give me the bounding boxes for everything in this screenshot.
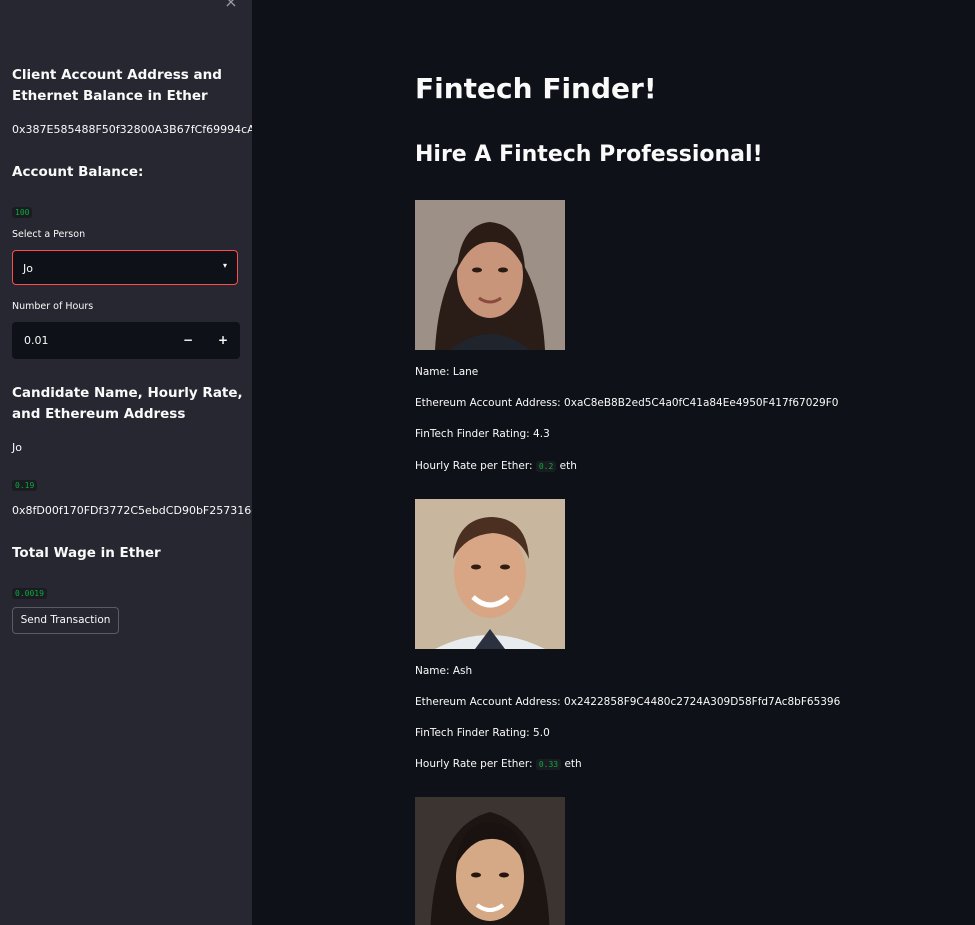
account-balance-value: 100: [12, 200, 33, 219]
candidate-2-name: Name: Ash: [415, 665, 473, 677]
candidate-1-address: Ethereum Account Address: 0xaC8eB8B2ed5C…: [415, 397, 839, 409]
account-balance-heading: Account Balance:: [12, 164, 144, 180]
hours-value[interactable]: 0.01: [24, 334, 49, 347]
rate-prefix: Hourly Rate per Ether:: [415, 758, 533, 770]
send-transaction-button[interactable]: Send Transaction: [12, 607, 119, 634]
select-person-value: Jo: [23, 262, 33, 275]
total-wage-code: 0.0019: [12, 588, 47, 599]
client-address: 0x387E585488F50f32800A3B67fCf69994cA8540…: [12, 123, 252, 136]
rate-prefix: Hourly Rate per Ether:: [415, 460, 533, 472]
sidebar: × Client Account Address and Ethernet Ba…: [0, 0, 252, 925]
number-of-hours-label: Number of Hours: [12, 301, 94, 312]
total-wage-value: 0.0019: [12, 581, 47, 600]
candidate-2-rating: FinTech Finder Rating: 5.0: [415, 727, 550, 739]
increment-button[interactable]: +: [213, 331, 233, 349]
candidate-address: 0x8fD00f170FDf3772C5ebdCD90bF257316c69BA: [12, 504, 252, 517]
candidate-2-rate: Hourly Rate per Ether: 0.33 eth: [415, 758, 582, 770]
candidate-heading: Candidate Name, Hourly Rate, and Ethereu…: [12, 385, 243, 422]
candidate-1-name: Name: Lane: [415, 366, 479, 378]
select-person-dropdown[interactable]: Jo ▾: [12, 250, 238, 285]
rate-value-code: 0.2: [535, 461, 557, 472]
close-sidebar-icon[interactable]: ×: [223, 0, 239, 10]
rate-value-code: 0.33: [535, 759, 562, 770]
decrement-button[interactable]: −: [178, 331, 198, 349]
candidate-rate-code: 0.19: [12, 480, 38, 491]
candidate-2-address: Ethereum Account Address: 0x2422858F9C44…: [415, 696, 841, 708]
total-wage-heading: Total Wage in Ether: [12, 545, 161, 561]
balance-code: 100: [12, 207, 33, 218]
candidate-1-rate: Hourly Rate per Ether: 0.2 eth: [415, 460, 577, 472]
candidate-1-rating: FinTech Finder Rating: 4.3: [415, 428, 550, 440]
page-subtitle: Hire A Fintech Professional!: [415, 142, 763, 167]
hours-number-input[interactable]: 0.01 − +: [12, 322, 240, 359]
rate-unit: eth: [559, 460, 577, 472]
candidate-name: Jo: [12, 441, 22, 454]
candidate-photo: [415, 499, 565, 649]
rate-unit: eth: [564, 758, 582, 770]
client-account-heading: Client Account Address and Ethernet Bala…: [12, 67, 222, 104]
select-person-label: Select a Person: [12, 229, 86, 240]
candidate-photo: [415, 797, 565, 925]
candidate-rate: 0.19: [12, 473, 38, 492]
chevron-down-icon: ▾: [222, 261, 227, 270]
page-title: Fintech Finder!: [415, 72, 657, 105]
candidate-photo: [415, 200, 565, 350]
